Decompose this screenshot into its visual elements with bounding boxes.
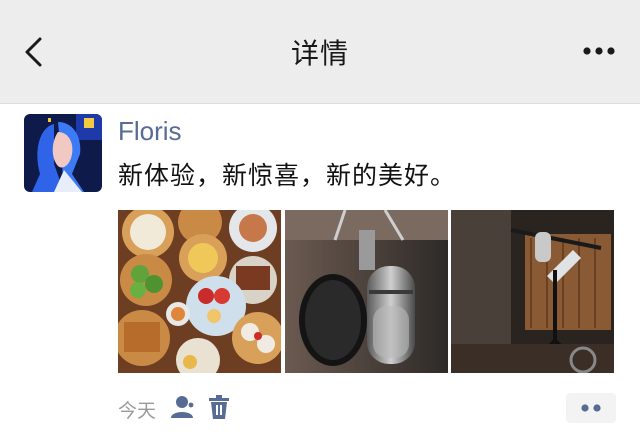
person-icon[interactable] — [170, 395, 196, 419]
avatar[interactable] — [24, 114, 102, 192]
photo-microphone[interactable] — [285, 210, 448, 373]
more-dots-icon[interactable] — [582, 44, 616, 58]
page-title: 详情 — [290, 37, 349, 70]
top-nav-bar: 详情 — [0, 0, 640, 104]
comment-button[interactable] — [566, 393, 616, 423]
trash-icon[interactable] — [207, 394, 231, 420]
more-dots-icon — [581, 404, 601, 412]
photo-studio-stand[interactable] — [451, 210, 614, 373]
author-name[interactable]: Floris — [118, 116, 182, 147]
post-text: 新体验，新惊喜，新的美好。 — [118, 161, 457, 190]
photo-dim-sum[interactable] — [118, 210, 281, 373]
post-time: 今天 — [118, 400, 157, 422]
